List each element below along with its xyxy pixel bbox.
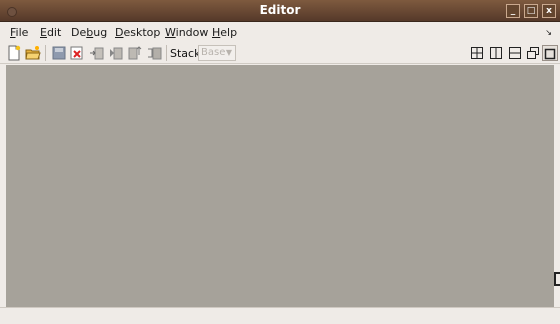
close-button[interactable]: x bbox=[542, 4, 556, 18]
step-out-icon[interactable] bbox=[127, 45, 143, 61]
menu-desktop[interactable]: Desktop bbox=[115, 26, 160, 39]
tile-vertical-icon[interactable] bbox=[488, 45, 504, 61]
title-bar[interactable]: Editor _ □ x bbox=[0, 0, 560, 22]
tile-grid-icon[interactable] bbox=[469, 45, 485, 61]
menu-file[interactable]: File bbox=[10, 26, 28, 39]
toolbar: Stack: Base ▼ bbox=[0, 42, 560, 64]
menu-overflow-icon[interactable]: ↘ bbox=[545, 28, 552, 37]
chevron-down-icon: ▼ bbox=[225, 48, 232, 57]
menu-window[interactable]: Window bbox=[165, 26, 208, 39]
open-folder-icon[interactable] bbox=[25, 45, 41, 61]
maximize-layout-icon[interactable] bbox=[542, 45, 558, 61]
status-bar bbox=[0, 307, 560, 324]
editor-workspace[interactable] bbox=[6, 65, 554, 307]
menu-edit[interactable]: Edit bbox=[40, 26, 61, 39]
clear-breakpoints-icon[interactable] bbox=[69, 45, 85, 61]
step-in-icon[interactable] bbox=[108, 45, 124, 61]
stack-value: Base bbox=[201, 47, 226, 58]
menu-debug[interactable]: Debug bbox=[71, 26, 107, 39]
toolbar-separator bbox=[166, 45, 167, 61]
save-icon[interactable] bbox=[51, 45, 67, 61]
new-file-icon[interactable] bbox=[6, 45, 22, 61]
menu-help[interactable]: Help bbox=[212, 26, 237, 39]
maximize-button[interactable]: □ bbox=[524, 4, 538, 18]
tile-horizontal-icon[interactable] bbox=[507, 45, 523, 61]
toolbar-separator bbox=[45, 45, 46, 61]
stack-select[interactable]: Base ▼ bbox=[198, 45, 236, 61]
minimize-button[interactable]: _ bbox=[506, 4, 520, 18]
editor-window: Editor _ □ x File Edit Debug Desktop Win… bbox=[0, 0, 560, 324]
float-window-icon[interactable] bbox=[525, 45, 541, 61]
resize-cursor-icon bbox=[554, 272, 560, 286]
menu-bar: File Edit Debug Desktop Window Help ↘ bbox=[0, 22, 560, 42]
step-icon[interactable] bbox=[89, 45, 105, 61]
continue-icon[interactable] bbox=[147, 45, 163, 61]
window-title: Editor bbox=[259, 3, 301, 17]
